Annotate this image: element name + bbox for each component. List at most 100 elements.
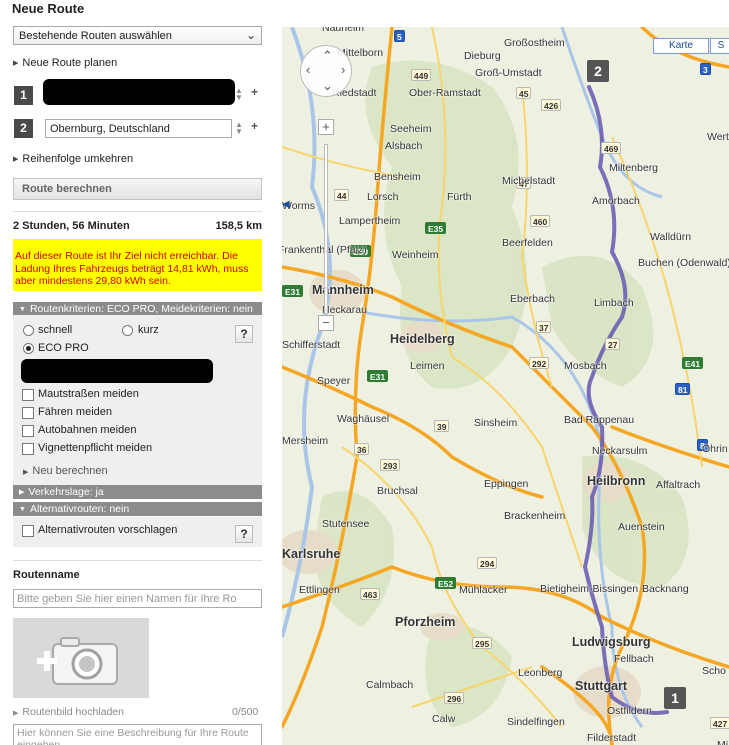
map-city-label: Filderstadt: [587, 732, 637, 744]
route-image-dropzone[interactable]: [13, 618, 149, 698]
map-city-label: Leimen: [410, 360, 445, 372]
road-shield: E31: [282, 285, 304, 297]
upload-route-image-link[interactable]: ▶ Routenbild hochladen: [13, 706, 124, 718]
pan-down-icon[interactable]: ⌄: [322, 78, 333, 94]
mode-radio-short[interactable]: [122, 325, 133, 336]
map-city-label: Limbach: [594, 297, 634, 309]
pan-control[interactable]: ⌃ ⌄ ‹ ›: [300, 45, 352, 97]
move-waypoint-2-icon[interactable]: ▲ ▼: [235, 121, 243, 136]
map-city-label: Brackenheim: [504, 510, 566, 522]
route-marker-1[interactable]: 1: [664, 687, 686, 709]
map-city-label: Großostheim: [504, 37, 565, 49]
reverse-order-link[interactable]: ▶ Reihenfolge umkehren: [13, 153, 133, 165]
upload-route-image-label: Routenbild hochladen: [22, 706, 124, 718]
avoid-vignette-checkbox[interactable]: [22, 443, 34, 455]
map-city-label: Affaltrach: [656, 479, 701, 491]
route-name-title: Routenname: [13, 569, 80, 581]
road-shield: 27: [605, 338, 621, 350]
map-city-label: Waghäusel: [337, 413, 390, 425]
existing-routes-select-label: Bestehende Routen auswählen: [19, 30, 172, 42]
map-city-label: Heilbronn: [587, 474, 646, 488]
map-city-label: Fürth: [447, 191, 472, 203]
recalculate-label: Neu berechnen: [32, 465, 108, 477]
collapse-panel-icon[interactable]: ◀: [282, 199, 290, 210]
map-type-button-satellite[interactable]: S: [710, 38, 729, 54]
mode-label-fast: schnell: [38, 324, 73, 336]
criteria-section-header[interactable]: ▼ Routenkriterien: ECO PRO, Meidekriterie…: [13, 302, 262, 316]
map-city-label: Dieburg: [464, 50, 501, 62]
road-shield: 39: [434, 420, 450, 432]
road-shield: 469: [601, 142, 622, 154]
route-marker-2[interactable]: 2: [587, 60, 609, 82]
map-city-label: Sinsheim: [474, 417, 518, 429]
traffic-section-header[interactable]: ▶ Verkehrslage: ja: [13, 485, 262, 499]
map-city-label: Mersheim: [282, 435, 329, 447]
map-type-button-map[interactable]: Karte: [653, 38, 709, 54]
add-waypoint-icon[interactable]: +: [251, 85, 258, 99]
map-city-label: Michelstadt: [502, 175, 556, 187]
map-city-label: Speyer: [317, 375, 351, 387]
alternatives-header-label: Alternativrouten: nein: [29, 503, 130, 515]
alternatives-section-header[interactable]: ▼ Alternativrouten: nein: [13, 502, 262, 516]
road-shield: 294: [477, 557, 498, 569]
suggest-alternatives-checkbox[interactable]: [22, 525, 34, 537]
pan-up-icon[interactable]: ⌃: [322, 48, 333, 64]
map-city-label: Bad Rappenau: [564, 414, 635, 426]
pan-left-icon[interactable]: ‹: [306, 62, 310, 77]
eco-pro-setting[interactable]: [21, 359, 213, 383]
mode-label-short: kurz: [138, 324, 159, 336]
waypoint-number-1: 1: [14, 86, 33, 105]
map-city-label: Seeheim: [390, 123, 432, 135]
route-planner-panel: Neue Route Bestehende Routen auswählen ⌄…: [0, 0, 272, 745]
waypoint-1-input[interactable]: [43, 79, 235, 105]
waypoint-2-input[interactable]: Obernburg, Deutschland: [45, 119, 232, 138]
route-name-input[interactable]: Bitte geben Sie hier einen Namen für Ihr…: [13, 589, 262, 608]
zoom-out-button[interactable]: −: [318, 315, 334, 331]
avoid-ferries-checkbox[interactable]: [22, 407, 34, 419]
map-city-label: Lampertheim: [339, 215, 401, 227]
alternatives-section-body: Alternativrouten vorschlagen ?: [13, 517, 262, 547]
plan-new-route-link[interactable]: ▶ Neue Route planen: [13, 57, 117, 69]
avoid-tolls-checkbox[interactable]: [22, 389, 34, 401]
calculate-route-button[interactable]: Route berechnen: [13, 178, 262, 200]
zoom-slider-track[interactable]: [324, 144, 328, 314]
chevron-down-icon: ⌄: [245, 28, 256, 42]
road-shield: 427: [710, 717, 729, 729]
map-city-label: Karlsruhe: [282, 547, 341, 561]
pan-right-icon[interactable]: ›: [341, 62, 345, 77]
road-shield: 81: [675, 383, 691, 395]
map-city-label: Mannheim: [312, 283, 374, 297]
route-map[interactable]: 5 449 3 426 45 469 44 47 E35 460 E50 E31 37 27 292 E41 8…: [282, 27, 729, 745]
map-city-label: Ettlingen: [299, 584, 340, 596]
avoid-highways-label: Autobahnen meiden: [38, 424, 137, 436]
existing-routes-select[interactable]: Bestehende Routen auswählen ⌄: [13, 26, 262, 45]
map-city-label: Mosbach: [564, 360, 607, 372]
mode-radio-fast[interactable]: [23, 325, 34, 336]
road-shield: 3: [700, 63, 711, 75]
map-city-label: Stutensee: [322, 518, 370, 530]
map-city-label: Buchen (Odenwald): [638, 257, 729, 269]
map-city-label: Weinheim: [392, 249, 439, 261]
route-description-textarea[interactable]: Hier können Sie eine Beschreibung für Ih…: [13, 724, 262, 745]
criteria-header-label: Routenkriterien: ECO PRO, Meidekriterien…: [29, 303, 253, 315]
criteria-help-button[interactable]: ?: [235, 325, 253, 343]
road-shield: 36: [354, 443, 370, 455]
zoom-in-button[interactable]: +: [318, 119, 334, 135]
triangle-down-icon: ▼: [19, 306, 26, 313]
add-waypoint-icon[interactable]: +: [251, 119, 258, 133]
road-shield: 296: [444, 692, 465, 704]
mode-radio-eco-pro[interactable]: [23, 343, 34, 354]
map-city-label: Nauheim: [322, 27, 365, 34]
triangle-right-icon: ▶: [13, 710, 19, 717]
move-waypoint-1-icon[interactable]: ▲ ▼: [235, 87, 243, 102]
road-shield: E52: [435, 577, 457, 589]
recalculate-link[interactable]: ▶ Neu berechnen: [23, 465, 108, 477]
map-city-label: Miltenberg: [609, 162, 659, 174]
road-shield: 449: [411, 69, 432, 81]
camera-add-icon: [37, 637, 118, 685]
triangle-right-icon: ▶: [19, 489, 25, 496]
avoid-highways-checkbox[interactable]: [22, 425, 34, 437]
road-shield: 295: [472, 637, 493, 649]
alternatives-help-button[interactable]: ?: [235, 525, 253, 543]
triangle-right-icon: ▶: [13, 156, 19, 163]
